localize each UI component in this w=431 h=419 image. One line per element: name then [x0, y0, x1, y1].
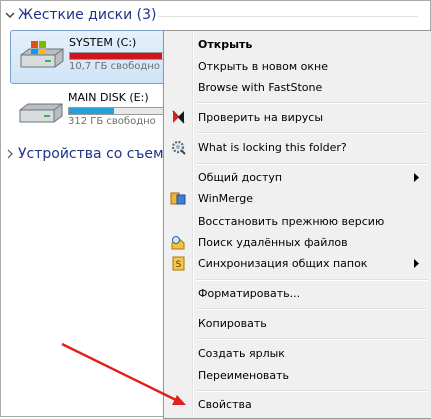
svg-text:S: S	[176, 260, 182, 270]
menu-item-properties[interactable]: Свойства	[167, 394, 429, 415]
menu-item-label: WinMerge	[198, 192, 253, 205]
menu-item-copy[interactable]: Копировать	[167, 313, 429, 334]
menu-separator	[196, 338, 428, 340]
menu-item-label: Переименовать	[198, 369, 290, 382]
menu-item-restore-version[interactable]: Восстановить прежнюю версию	[167, 211, 429, 232]
drive-free-space: 312 ГБ свободно	[68, 116, 156, 127]
system-drive-icon	[20, 41, 64, 68]
drive-name: MAIN DISK (E:)	[68, 91, 149, 104]
group-title: Жесткие диски (3)	[18, 7, 157, 23]
menu-item-label: Открыть в новом окне	[198, 60, 329, 73]
sync-icon: S	[172, 256, 185, 271]
hard-drive-icon	[19, 103, 63, 123]
drive-name: SYSTEM (C:)	[69, 36, 137, 49]
submenu-arrow-icon	[414, 259, 419, 268]
menu-item-find-deleted[interactable]: Поиск удалённых файлов	[167, 232, 429, 253]
antivirus-icon	[172, 110, 185, 124]
menu-item-label: Общий доступ	[198, 171, 283, 184]
winmerge-icon	[170, 192, 186, 205]
drive-item-e[interactable]: MAIN DISK (E:) 312 ГБ свободно	[10, 86, 170, 138]
group-header-removable[interactable]: Устройства со съемн	[6, 146, 173, 162]
menu-item-scan-virus[interactable]: Проверить на вирусы	[167, 107, 429, 128]
drive-usage-fill	[70, 53, 162, 59]
menu-item-sync-folders[interactable]: S Синхронизация общих папок	[167, 253, 429, 274]
context-menu: Открыть Открыть в новом окне Browse with…	[163, 30, 431, 419]
submenu-arrow-icon	[414, 173, 419, 182]
menu-item-rename[interactable]: Переименовать	[167, 365, 429, 386]
menu-item-open[interactable]: Открыть	[167, 34, 429, 55]
menu-separator	[196, 308, 428, 310]
menu-item-sharing[interactable]: Общий доступ	[167, 167, 429, 188]
group-header-hard-drives[interactable]: Жесткие диски (3)	[5, 6, 195, 24]
menu-item-open-new-window[interactable]: Открыть в новом окне	[167, 56, 429, 77]
expand-arrow-icon	[7, 149, 13, 159]
menu-item-label: What is locking this folder?	[198, 141, 347, 154]
menu-item-format[interactable]: Форматировать...	[167, 283, 429, 304]
group-divider	[158, 16, 418, 17]
menu-item-browse-faststone[interactable]: Browse with FastStone	[167, 77, 429, 98]
menu-item-label: Поиск удалённых файлов	[198, 236, 348, 249]
group-title: Устройства со съемн	[18, 146, 173, 162]
recovery-icon	[171, 236, 185, 250]
collapse-chevron-icon	[5, 12, 15, 18]
menu-item-label: Копировать	[198, 317, 267, 330]
menu-item-label: Browse with FastStone	[198, 81, 323, 94]
menu-item-label: Свойства	[198, 398, 252, 411]
menu-item-label: Форматировать...	[198, 287, 301, 300]
menu-item-label: Восстановить прежнюю версию	[198, 215, 385, 228]
menu-item-create-shortcut[interactable]: Создать ярлык	[167, 343, 429, 364]
menu-separator	[196, 132, 428, 134]
menu-item-label: Проверить на вирусы	[198, 111, 324, 124]
drive-usage-fill	[69, 108, 114, 114]
drive-free-space: 10,7 ГБ свободно	[69, 61, 160, 72]
menu-item-label: Создать ярлык	[198, 347, 285, 360]
menu-item-locking-folder[interactable]: What is locking this folder?	[167, 137, 429, 158]
menu-item-label: Открыть	[198, 38, 253, 51]
menu-separator	[196, 279, 428, 281]
menu-item-winmerge[interactable]: WinMerge	[167, 188, 429, 209]
drive-usage-bar	[69, 52, 171, 60]
menu-separator	[196, 390, 428, 392]
drive-item-c[interactable]: SYSTEM (C:) 10,7 ГБ свободно	[10, 30, 171, 84]
gear-search-icon	[171, 140, 186, 155]
drive-usage-bar	[68, 107, 170, 115]
menu-separator	[196, 102, 428, 104]
menu-separator	[196, 163, 428, 165]
menu-item-label: Синхронизация общих папок	[198, 257, 368, 270]
